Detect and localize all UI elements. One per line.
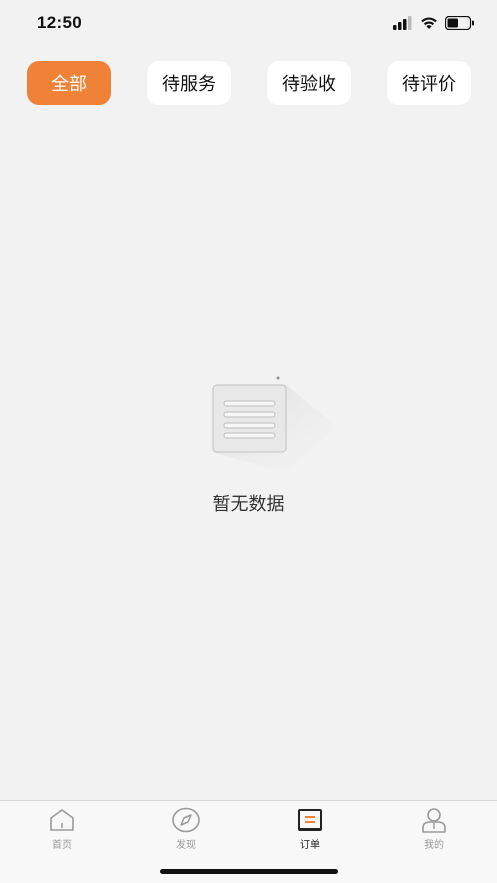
wifi-icon: [420, 15, 438, 34]
order-filter-tabs: 全部 待服务 待验收 待评价: [0, 61, 497, 105]
tab-pending-acceptance[interactable]: 待验收: [267, 61, 351, 105]
home-icon: [47, 807, 77, 833]
tab-pending-service[interactable]: 待服务: [147, 61, 231, 105]
status-icons: [393, 15, 475, 34]
tabbar-label-orders: 订单: [300, 840, 320, 851]
order-icon: [295, 807, 325, 833]
tabbar-label-discover: 发现: [176, 840, 196, 851]
profile-icon: [419, 807, 449, 833]
empty-document-icon: [205, 372, 345, 482]
status-time: 12:50: [37, 13, 82, 32]
tab-pending-review[interactable]: 待评价: [387, 61, 471, 105]
status-bar: 12:50: [0, 0, 497, 48]
tabbar-item-discover[interactable]: 发现: [146, 807, 226, 851]
tabbar-item-home[interactable]: 首页: [22, 807, 102, 851]
signal-icon: [393, 15, 413, 34]
tabbar-item-orders[interactable]: 订单: [270, 807, 350, 851]
empty-state-text: 暂无数据: [212, 494, 285, 515]
tabbar-item-profile[interactable]: 我的: [394, 807, 474, 851]
battery-icon: [444, 15, 475, 34]
tabbar-label-home: 首页: [52, 840, 72, 851]
tab-all[interactable]: 全部: [27, 61, 111, 105]
home-indicator: [160, 869, 338, 874]
tabbar-label-profile: 我的: [424, 840, 444, 851]
compass-icon: [171, 807, 201, 833]
